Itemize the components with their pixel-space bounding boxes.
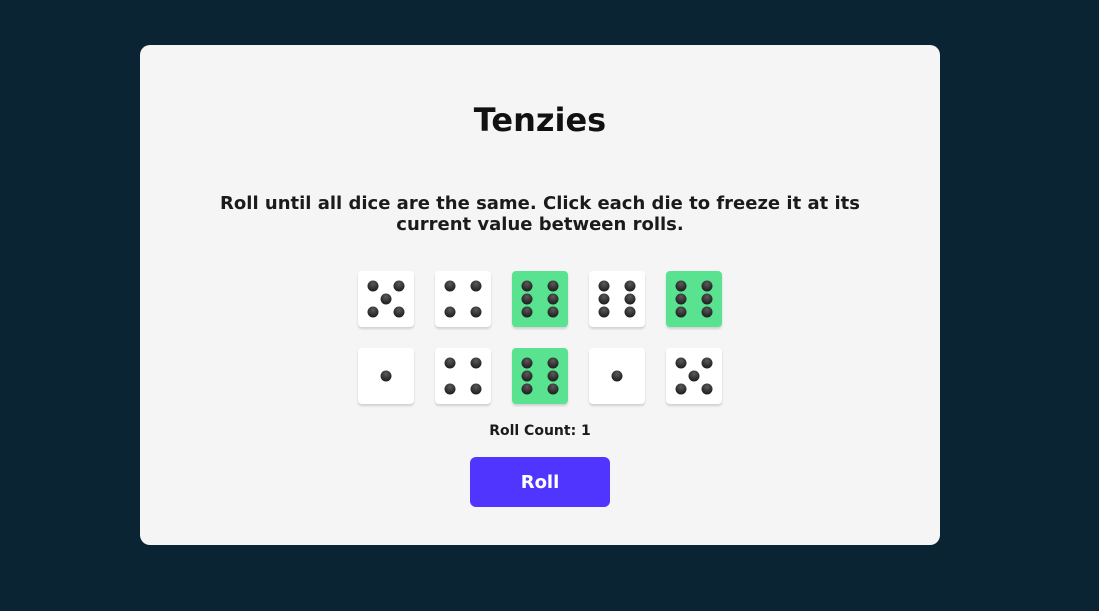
die-pip xyxy=(624,306,636,318)
die-pip xyxy=(701,357,713,369)
die-pip xyxy=(675,293,687,305)
die-pip xyxy=(547,280,559,292)
die-pip xyxy=(521,280,533,292)
die-5[interactable] xyxy=(666,271,722,327)
die-pip xyxy=(701,306,713,318)
die-8[interactable] xyxy=(512,348,568,404)
die-pip xyxy=(624,293,636,305)
die-pip xyxy=(444,306,456,318)
die-pip xyxy=(521,293,533,305)
die-2[interactable] xyxy=(435,271,491,327)
die-pip xyxy=(547,383,559,395)
die-pip xyxy=(380,370,392,382)
die-7[interactable] xyxy=(435,348,491,404)
die-pip xyxy=(393,280,405,292)
die-pip xyxy=(675,280,687,292)
die-pip xyxy=(547,293,559,305)
die-pip xyxy=(470,357,482,369)
die-pip xyxy=(624,280,636,292)
die-1[interactable] xyxy=(358,271,414,327)
roll-count: Roll Count: 1 xyxy=(489,423,591,439)
die-pip xyxy=(444,280,456,292)
instructions-text: Roll until all dice are the same. Click … xyxy=(220,193,860,235)
die-pip xyxy=(547,370,559,382)
roll-button[interactable]: Roll xyxy=(470,457,610,507)
die-9[interactable] xyxy=(589,348,645,404)
die-pip xyxy=(470,306,482,318)
die-pip xyxy=(611,370,623,382)
die-pip xyxy=(521,370,533,382)
dice-grid xyxy=(358,271,723,406)
die-pip xyxy=(688,370,700,382)
die-pip xyxy=(675,383,687,395)
die-pip xyxy=(444,357,456,369)
die-pip xyxy=(547,306,559,318)
die-6[interactable] xyxy=(358,348,414,404)
die-pip xyxy=(547,357,559,369)
die-pip xyxy=(598,306,610,318)
die-pip xyxy=(521,357,533,369)
die-pip xyxy=(470,383,482,395)
die-4[interactable] xyxy=(589,271,645,327)
die-pip xyxy=(393,306,405,318)
die-10[interactable] xyxy=(666,348,722,404)
game-board: Tenzies Roll until all dice are the same… xyxy=(140,45,940,545)
page-title: Tenzies xyxy=(473,101,607,139)
die-pip xyxy=(470,280,482,292)
die-pip xyxy=(701,293,713,305)
die-pip xyxy=(380,293,392,305)
die-3[interactable] xyxy=(512,271,568,327)
die-pip xyxy=(701,383,713,395)
die-pip xyxy=(598,293,610,305)
die-pip xyxy=(701,280,713,292)
die-pip xyxy=(444,383,456,395)
die-pip xyxy=(675,357,687,369)
die-pip xyxy=(675,306,687,318)
die-pip xyxy=(521,383,533,395)
die-pip xyxy=(367,306,379,318)
die-pip xyxy=(367,280,379,292)
die-pip xyxy=(598,280,610,292)
die-pip xyxy=(521,306,533,318)
